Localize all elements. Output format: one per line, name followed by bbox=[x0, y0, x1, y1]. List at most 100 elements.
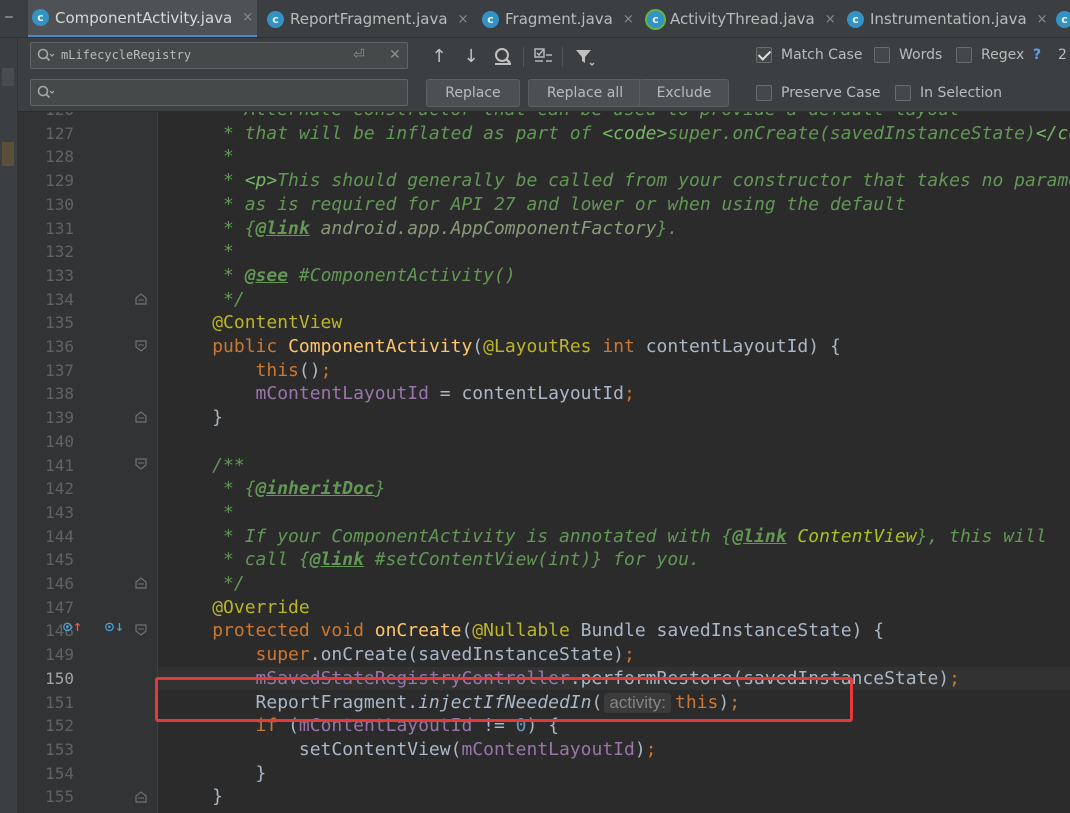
checkbox-box[interactable] bbox=[756, 85, 772, 101]
class-icon: c bbox=[847, 10, 864, 28]
checkbox-box[interactable] bbox=[756, 47, 772, 63]
fold-end-icon[interactable] bbox=[134, 410, 148, 424]
checkbox-label: Regex bbox=[981, 47, 1025, 63]
code-line: this(); bbox=[255, 359, 332, 381]
checkbox-label: In Selection bbox=[920, 85, 1002, 101]
exclude-button[interactable]: Exclude bbox=[639, 79, 729, 107]
tab-label: ReportFragment.java bbox=[290, 10, 448, 28]
line-number: 146 bbox=[45, 574, 74, 593]
search-field[interactable]: mLifecycleRegistry ⏎ ✕ bbox=[30, 42, 408, 69]
code-line: } bbox=[158, 762, 267, 784]
tab-activitythread[interactable]: c ActivityThread.java × bbox=[643, 0, 838, 37]
checkbox-box[interactable] bbox=[956, 47, 972, 63]
line-number-gutter: 126127 128 129 130 131 132 133 134 135 136 137 138 1… bbox=[18, 112, 158, 813]
code-line: @Override bbox=[212, 596, 310, 618]
line-number: 142 bbox=[45, 479, 74, 499]
select-all-occurrences-icon[interactable] bbox=[530, 44, 556, 70]
fold-end-icon[interactable] bbox=[134, 790, 148, 804]
tab-overflow[interactable]: c bbox=[1052, 0, 1070, 37]
tab-label: Fragment.java bbox=[505, 10, 613, 28]
tab-reportfragment[interactable]: c ReportFragment.java × bbox=[263, 0, 473, 37]
clear-search-icon[interactable]: ✕ bbox=[389, 47, 401, 63]
line-number: 133 bbox=[45, 265, 74, 285]
line-number: 153 bbox=[45, 739, 74, 759]
tab-componentactivity[interactable]: c ComponentActivity.java × bbox=[28, 0, 257, 37]
line-number: 155 bbox=[45, 787, 74, 807]
tab-list-menu-icon[interactable]: ‒ bbox=[0, 0, 18, 37]
tool-window-marker[interactable] bbox=[2, 68, 14, 86]
line-number: 135 bbox=[45, 313, 74, 333]
line-number: 129 bbox=[45, 171, 74, 191]
regex-checkbox[interactable]: Regex bbox=[956, 47, 1024, 63]
new-line-icon[interactable]: ⏎ bbox=[353, 47, 365, 63]
line-number: 154 bbox=[45, 763, 74, 783]
tab-instrumentation[interactable]: c Instrumentation.java × bbox=[843, 0, 1053, 37]
overrides-method-icon[interactable]: ⊙↑ bbox=[62, 620, 82, 635]
previous-occurrence-icon[interactable]: ↑ bbox=[426, 44, 452, 70]
line-number: 137 bbox=[45, 360, 74, 380]
code-line: * as is required for API 27 and lower or… bbox=[158, 193, 906, 215]
replace-field[interactable] bbox=[30, 79, 408, 106]
next-occurrence-icon[interactable]: ↓ bbox=[458, 44, 484, 70]
line-number: 143 bbox=[45, 502, 74, 522]
checkbox-box[interactable] bbox=[895, 85, 911, 101]
close-tab-icon[interactable]: × bbox=[458, 12, 469, 27]
filter-icon[interactable] bbox=[571, 44, 597, 70]
in-selection-checkbox[interactable]: In Selection bbox=[895, 85, 1002, 101]
replace-history-icon[interactable] bbox=[37, 85, 54, 100]
fold-end-icon[interactable] bbox=[134, 292, 148, 306]
regex-help-link[interactable]: ? bbox=[1033, 47, 1041, 63]
toolbar-separator bbox=[562, 47, 563, 67]
fold-end-icon[interactable] bbox=[134, 576, 148, 590]
line-number: 150 bbox=[45, 668, 74, 688]
code-line: * <p>This should generally be called fro… bbox=[158, 170, 1070, 192]
replace-all-button[interactable]: Replace all bbox=[528, 79, 642, 107]
code-line: */ bbox=[158, 288, 245, 310]
code-line: * @see #ComponentActivity() bbox=[158, 264, 516, 286]
line-number: 140 bbox=[45, 431, 74, 451]
close-tab-icon[interactable]: × bbox=[623, 12, 634, 27]
code-line: * that will be inflated as part of <code… bbox=[158, 122, 1070, 144]
code-line: * call {@link #setContentView(int)} for … bbox=[158, 549, 700, 571]
class-icon: c bbox=[32, 9, 49, 26]
code-line: * bbox=[158, 501, 234, 523]
match-count: 2 bbox=[1058, 47, 1067, 63]
line-number: 145 bbox=[45, 550, 74, 570]
close-tab-icon[interactable]: × bbox=[242, 10, 253, 25]
tab-fragment[interactable]: c Fragment.java × bbox=[478, 0, 638, 37]
search-history-icon[interactable] bbox=[37, 48, 54, 63]
find-replace-panel: mLifecycleRegistry ⏎ ✕ ↑ ↓ Match Case Wo bbox=[18, 38, 1070, 112]
tab-label: Instrumentation.java bbox=[870, 10, 1027, 28]
close-tab-icon[interactable]: × bbox=[1037, 12, 1048, 27]
line-number: 126 bbox=[18, 112, 74, 122]
close-tab-icon[interactable]: × bbox=[825, 12, 836, 27]
line-number: 152 bbox=[45, 716, 74, 736]
code-line: */ bbox=[158, 573, 245, 594]
parameter-hint: activity: bbox=[604, 692, 672, 713]
class-icon: c bbox=[482, 10, 499, 28]
library-class-icon: c bbox=[647, 10, 664, 28]
fold-start-icon[interactable] bbox=[134, 623, 148, 637]
fold-start-icon[interactable] bbox=[134, 457, 148, 471]
tool-window-marker[interactable] bbox=[2, 142, 14, 166]
match-case-checkbox[interactable]: Match Case bbox=[756, 47, 862, 63]
line-number: 136 bbox=[45, 337, 74, 356]
fold-start-icon[interactable] bbox=[134, 339, 148, 353]
checkbox-label: Preserve Case bbox=[781, 85, 881, 101]
preserve-case-checkbox[interactable]: Preserve Case bbox=[756, 85, 881, 101]
line-number: 144 bbox=[45, 526, 74, 546]
find-all-occurrences-icon[interactable] bbox=[490, 44, 516, 70]
code-line: * {@link android.app.AppComponentFactory… bbox=[158, 217, 679, 239]
line-number: 127 bbox=[45, 123, 74, 143]
line-number: 131 bbox=[45, 218, 74, 238]
checkbox-box[interactable] bbox=[874, 47, 890, 63]
code-line: super.onCreate(savedInstanceState); bbox=[255, 644, 635, 666]
words-checkbox[interactable]: Words bbox=[874, 47, 942, 63]
code-editor[interactable]: * Alternate constructor that can be used… bbox=[158, 112, 1070, 813]
search-input[interactable]: mLifecycleRegistry bbox=[61, 48, 191, 62]
left-tool-strip bbox=[0, 38, 18, 813]
overridden-method-icon[interactable]: ⊙↓ bbox=[104, 620, 124, 635]
replace-button[interactable]: Replace bbox=[426, 79, 520, 107]
line-number: 128 bbox=[45, 147, 74, 167]
